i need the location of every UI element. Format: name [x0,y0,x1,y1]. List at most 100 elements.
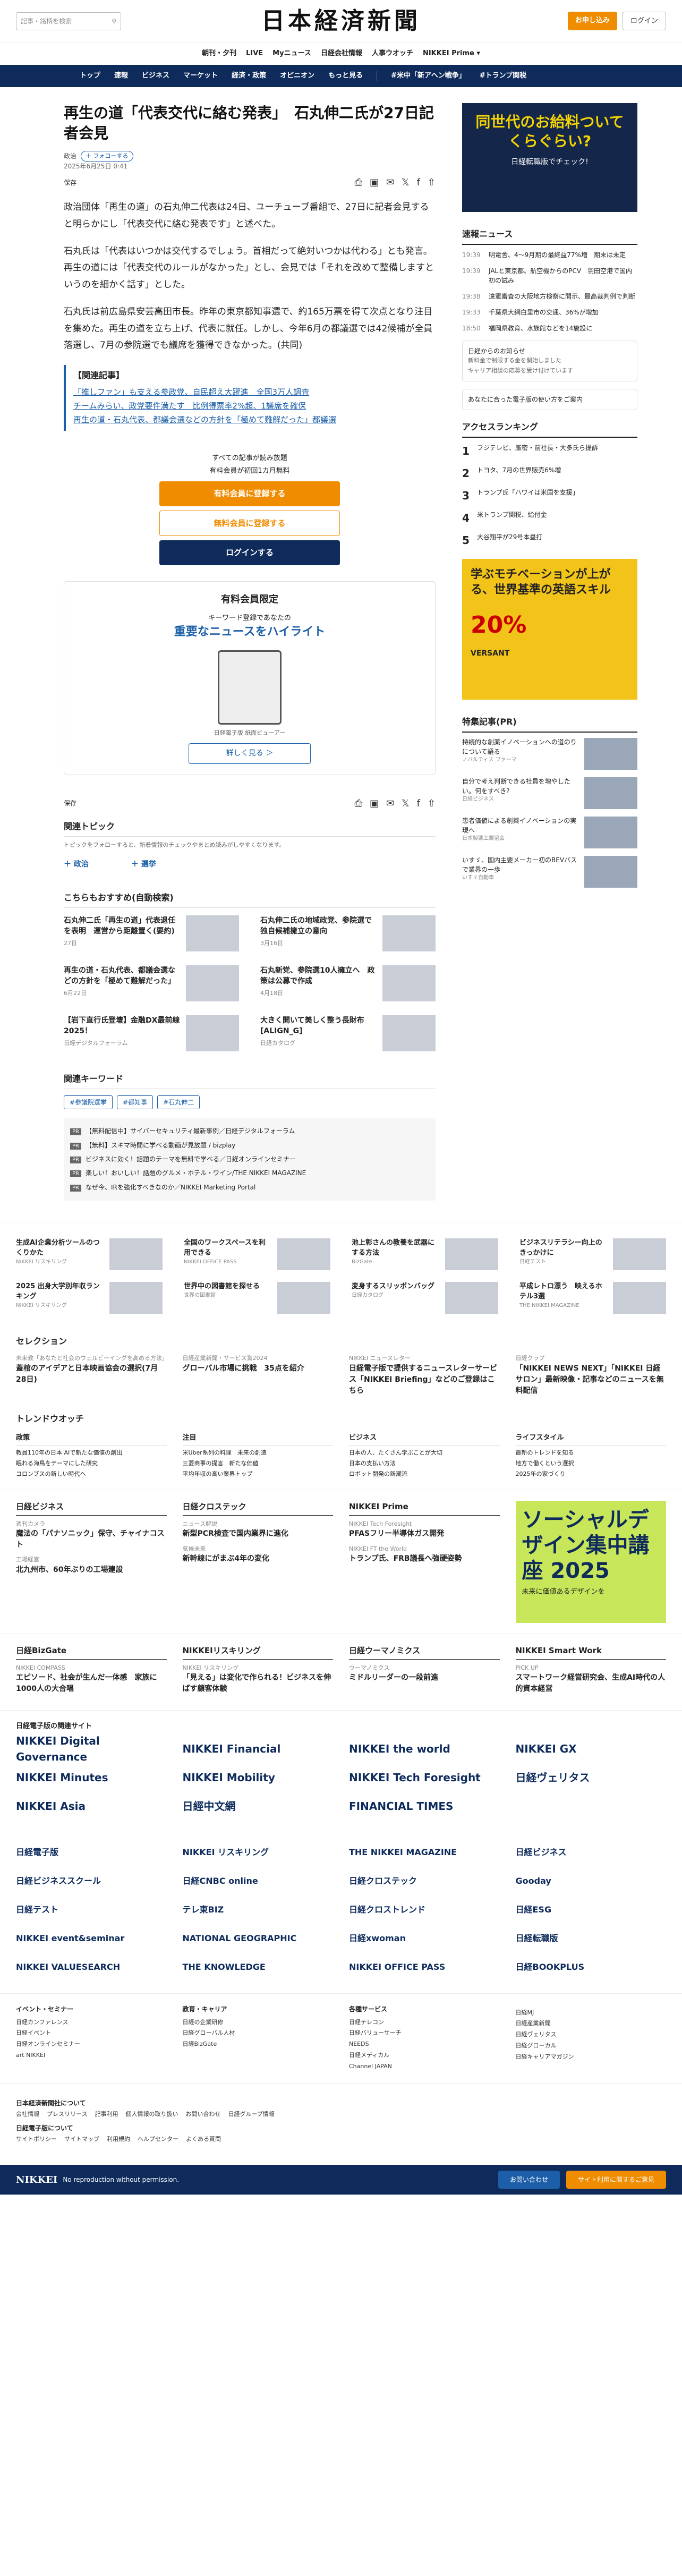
job-ad[interactable]: 同世代のお給料ついてくらぐらい? 日経転職版でチェック! [462,103,637,212]
trend-item[interactable]: 日本の人、たくさん学ぶことが大切 [349,1448,500,1458]
pr-feature[interactable]: 持続的な創薬イノベーションへの道のりについて語る ノバルティス ファーマ [462,738,637,770]
topic-follow[interactable]: ＋ 選挙 [131,859,156,870]
footer-link[interactable]: サイトポリシー [16,2135,57,2144]
brand-logo[interactable]: 日経クロステック [349,1871,500,1891]
service-headline[interactable]: エピソード、社会が生んだ一体感 家族に1000人の大合唱 [16,1672,167,1694]
trend-item[interactable]: 最新のトレンドを知る [516,1448,667,1458]
nav-business[interactable]: ビジネス [142,71,169,81]
selection-item[interactable]: 未来教「あなたと社会のウェルビーイングを高める方法」 蓋棺のアイデアと日本映画協会… [16,1354,168,1397]
brand-logo[interactable]: 日経CNBC online [183,1871,334,1891]
guide-box[interactable]: あなたに合った電子版の使い方をご案内 [462,389,637,411]
subscribe-button[interactable]: お申し込み [567,11,617,31]
pr-feature[interactable]: 患者価値による創薬イノベーションの実現へ 日本製薬工業協会 [462,817,637,849]
service-headline[interactable]: 北九州市、60年ぶりの工場建設 [16,1565,167,1575]
footer-link[interactable]: ヘルプセンター [138,2135,178,2144]
recommend-item[interactable]: 再生の道・石丸代表、都議会選などの方針を「極めて難解だった」 6月22日 [64,965,239,1002]
footer-link[interactable]: 日経グローバル人材 [183,2028,334,2039]
brand-logo[interactable]: NIKKEI VALUESEARCH [16,1957,167,1977]
brand-logo[interactable]: NATIONAL GEOGRAPHIC [183,1928,334,1949]
footer-link[interactable]: NEEDS [349,2039,500,2050]
notice-item[interactable]: 新料金で制限する金を開始しました [468,356,632,366]
login-button[interactable]: ログイン [622,11,666,31]
keyword-tag[interactable]: #都知事 [117,1095,154,1110]
service-headline[interactable]: 新型PCR検査で国内業界に進化 [183,1528,334,1539]
breaking-item[interactable]: 18:50 福岡県教育、水族館などを14施設に [462,324,637,333]
footer-link[interactable]: 日経イベント [16,2028,167,2039]
group-logo[interactable] [516,1797,667,1816]
trend-item[interactable]: 眠れる海鳥をテーマにした研究 [16,1458,167,1469]
recommend-item[interactable]: 石丸伸二氏「再生の道」代表退任を表明 運営から距離置く(要約) 27日 [64,915,239,952]
save-button[interactable]: 保存 [64,178,76,188]
pr-item[interactable]: PR ビジネスに効く！話題のテーマを無料で学べる／日経オンラインセミナー [70,1152,429,1166]
service-headline[interactable]: トランプ氏、FRB議長へ強硬姿勢 [349,1553,500,1564]
search-input[interactable]: 記事・銘柄を検索 ⚲ [16,12,121,30]
more-button[interactable]: 詳しく見る ＞ [188,743,311,764]
brand-logo[interactable]: NIKKEI リスキリング [183,1842,334,1863]
group-logo[interactable]: NIKKEI Financial [183,1739,334,1758]
recommend-headline[interactable]: 石丸伸二氏「再生の道」代表退任を表明 運営から距離置く(要約) [64,916,175,936]
footer-link[interactable]: プレスリリース [47,2110,87,2119]
group-logo[interactable]: 日経ヴェリタス [516,1768,667,1787]
mail-icon[interactable]: ✉ [386,796,394,811]
design-ad[interactable]: ソーシャルデザイン集中講座 2025 未来に価値あるデザインを [515,1501,666,1623]
nav-more[interactable]: もっと見る [328,71,363,81]
selection-item[interactable]: NIKKEI ニュースレター 日経電子版で提供するニュースレターサービス「NIKK… [349,1354,500,1397]
ranking-item[interactable]: 5 大谷翔平が29号本塁打 [462,532,637,548]
follow-button[interactable]: ＋ フォローする [81,150,133,162]
footer-link[interactable]: 日経産業新聞 [516,2018,667,2029]
band-item[interactable]: 2025 出身大学別年収ランキング NIKKEI リスキリング [16,1282,163,1314]
pr-item[interactable]: PR 【無料配信中】サイバーセキュリティ最新事例／日経デジタルフォーラム [70,1124,429,1138]
service-headline[interactable]: ミドルリーダーの一段前進 [349,1672,500,1683]
trend-item[interactable]: 米Uber系列の料理 未来の創造 [183,1448,334,1458]
footer-link[interactable]: 日経バリューサーチ [349,2028,500,2039]
trend-item[interactable]: 地方で働くという選択 [516,1458,667,1469]
trend-item[interactable]: 日本の支払い方法 [349,1458,500,1469]
pr-item[interactable]: PR 【無料】スキマ時間に学べる動画が見放題 / bizplay [70,1138,429,1152]
footer-link[interactable]: 日経グローカル [516,2041,667,2052]
site-logo[interactable]: 日本経済新聞 [261,4,421,39]
keyword-tag[interactable]: #参議院選挙 [64,1095,113,1110]
brand-logo[interactable]: テレ東BIZ [183,1900,334,1920]
recommend-headline[interactable]: 石丸伸二氏の地域政党、参院選で独自候補擁立の意向 [260,916,372,936]
contact-button[interactable]: お問い合わせ [498,2171,560,2189]
nav-opinion[interactable]: オピニオン [280,71,314,81]
group-logo[interactable]: NIKKEI Tech Foresight [349,1768,500,1787]
group-logo[interactable]: NIKKEI Digital Governance [16,1735,167,1763]
band-item[interactable]: 世界中の図書館を探せる 世界の図書館 [184,1282,330,1314]
group-logo[interactable]: NIKKEI Minutes [16,1768,167,1787]
english-ad[interactable]: 学ぶモチベーションが上がる、世界基準の英語スキル 20% VERSANT [462,559,637,700]
footer-link[interactable]: Channel JAPAN [349,2061,500,2072]
brand-logo[interactable]: 日経転職版 [516,1928,667,1949]
footer-link[interactable]: サイトマップ [64,2135,99,2144]
group-logo[interactable]: NIKKEI Mobility [183,1768,334,1787]
footer-link[interactable]: 日経MJ [516,2008,667,2019]
footer-link[interactable]: 個人情報の取り扱い [125,2110,178,2119]
footer-link[interactable]: 記事利用 [95,2110,118,2119]
keyword-tag[interactable]: #石丸伸二 [157,1095,200,1110]
brand-logo[interactable]: 日経ESG [516,1900,667,1920]
related-link[interactable]: チームみらい、政党要件満たす 比例得票率2%超、1議席を確保 [73,399,428,413]
brand-logo[interactable]: 日経ビジネス [516,1842,667,1863]
related-link[interactable]: 「推しファン」も支える参政党、自民超え大躍進 全国3万人調査 [73,385,428,399]
footer-link[interactable]: 日経オンラインセミナー [16,2039,167,2050]
footer-link[interactable]: 日経テレコン [349,2017,500,2028]
footer-link[interactable]: 日経の企業研修 [183,2017,334,2028]
recommend-headline[interactable]: 大きく開いて美しく整う長財布 [ALIGN_G] [260,1016,364,1035]
service-headline[interactable]: 魔法の「パナソニック」保守、チャイナコスト [16,1528,167,1550]
nav-topic[interactable]: #米中「新アヘン戦争」 [391,71,466,81]
service-headline[interactable]: 新幹線にがまぶ4年の変化 [183,1553,334,1564]
service-headline[interactable]: スマートワーク経営研究会、生成AI時代の人的資本経営 [516,1672,667,1694]
notice-item[interactable]: キャリア相談の応募を受け付けています [468,366,632,376]
group-logo[interactable]: 日經中文網 [183,1797,334,1816]
footer-link[interactable]: 日経グループ情報 [228,2110,274,2119]
group-logo[interactable]: NIKKEI Asia [16,1797,167,1816]
paid-register-button[interactable]: 有料会員に登録する [159,481,340,506]
brand-logo[interactable]: Gooday [516,1871,667,1891]
notice-title[interactable]: 日経からのお知らせ [468,346,632,356]
brand-logo[interactable]: 日経クロストレンド [349,1900,500,1920]
pr-feature[interactable]: いすゞ、国内主要メーカー初のBEVバスで業界の一歩 いすゞ自動車 [462,856,637,888]
group-logo[interactable]: NIKKEI the world [349,1739,500,1758]
article-section[interactable]: 政治 [64,151,76,161]
band-item[interactable]: 平成レトロ漂う 映えるホテル3選 THE NIKKEI MAGAZINE [519,1282,666,1314]
recommend-item[interactable]: 石丸新党、参院選10人擁立へ 政策は公募で作成 4月18日 [260,965,436,1002]
